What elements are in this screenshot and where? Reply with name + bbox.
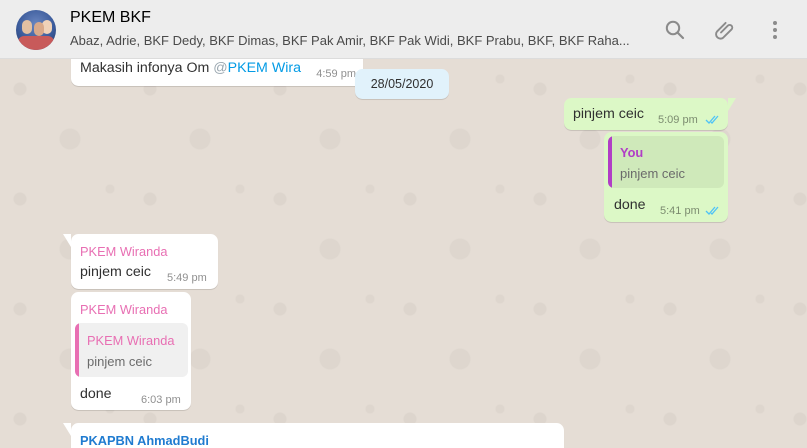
search-icon[interactable] xyxy=(663,18,687,42)
chat-header: PKEM BKF Abaz, Adrie, BKF Dedy, BKF Dima… xyxy=(0,0,807,59)
outgoing-reply-message[interactable]: You pinjem ceic done 5:41 pm xyxy=(604,132,728,222)
sender-name[interactable]: PKAPBN AhmadBudi xyxy=(80,433,209,448)
message-text: Makasih infonya Om @PKEM Wira xyxy=(80,60,301,76)
quote-bar xyxy=(75,323,79,377)
message-time: 6:03 pm xyxy=(141,394,181,406)
quote-text: pinjem ceic xyxy=(87,354,153,369)
incoming-message[interactable]: PKAPBN AhmadBudi xyxy=(63,423,564,448)
menu-dots-icon[interactable] xyxy=(763,18,787,42)
sender-name[interactable]: PKEM Wiranda xyxy=(80,244,167,259)
quote-bar xyxy=(608,136,612,188)
chat-title[interactable]: PKEM BKF xyxy=(70,9,151,27)
incoming-reply-message[interactable]: PKEM Wiranda PKEM Wiranda pinjem ceic do… xyxy=(71,292,191,410)
message-time: 5:41 pm xyxy=(660,205,700,217)
read-receipt-icon xyxy=(705,206,719,215)
paperclip-icon[interactable] xyxy=(713,18,737,42)
message-list[interactable]: Makasih infonya Om @PKEM Wira 4:59 pm 28… xyxy=(0,59,807,448)
group-avatar[interactable] xyxy=(16,10,56,50)
quote-text: pinjem ceic xyxy=(620,166,686,181)
quote-sender: PKEM Wiranda xyxy=(87,333,175,348)
mention-link[interactable]: PKEM Wira xyxy=(228,60,301,76)
incoming-message[interactable]: Makasih infonya Om @PKEM Wira 4:59 pm xyxy=(71,59,363,86)
quoted-message[interactable]: You pinjem ceic xyxy=(608,136,724,188)
message-time: 5:09 pm xyxy=(658,114,698,126)
quoted-message[interactable]: PKEM Wiranda pinjem ceic xyxy=(75,323,188,377)
date-divider: 28/05/2020 xyxy=(355,69,449,99)
quote-sender: You xyxy=(620,145,644,160)
message-time: 5:49 pm xyxy=(167,272,207,284)
incoming-message[interactable]: PKEM Wiranda pinjem ceic 5:49 pm xyxy=(63,234,218,289)
message-text: pinjem ceic xyxy=(573,106,644,122)
sender-name[interactable]: PKEM Wiranda xyxy=(80,302,167,317)
chat-members-list[interactable]: Abaz, Adrie, BKF Dedy, BKF Dimas, BKF Pa… xyxy=(70,33,640,48)
message-text: done xyxy=(614,197,646,213)
message-text: pinjem ceic xyxy=(80,264,151,280)
read-receipt-icon xyxy=(705,115,719,124)
message-time: 4:59 pm xyxy=(316,68,356,80)
message-text: done xyxy=(80,386,112,402)
outgoing-message[interactable]: pinjem ceic 5:09 pm xyxy=(564,98,736,130)
